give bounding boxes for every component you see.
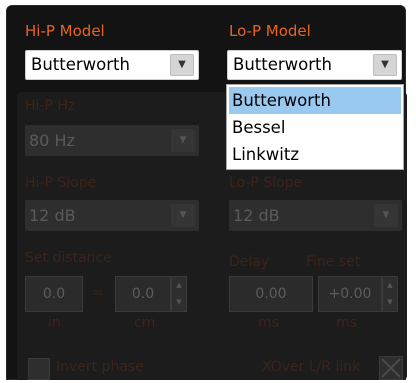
- hip-hz-select[interactable]: 80 Hz ▼: [25, 125, 199, 156]
- lop-slope-label: Lo-P Slope: [229, 175, 303, 191]
- hip-slope-value: 12 dB: [29, 206, 76, 225]
- lop-slope-value: 12 dB: [233, 206, 280, 225]
- delay-input[interactable]: 0.00: [229, 276, 313, 312]
- hip-model-label: Hi-P Model: [25, 22, 105, 40]
- delay-label: Delay: [229, 254, 270, 270]
- chevron-down-icon[interactable]: ▼: [171, 204, 195, 227]
- set-distance-label: Set distance: [25, 250, 112, 266]
- lop-model-value: Butterworth: [233, 55, 332, 74]
- hip-model-value: Butterworth: [31, 55, 130, 74]
- cross-icon: [381, 358, 401, 378]
- fine-set-input[interactable]: +0.00: [318, 276, 382, 312]
- unit-cm-label: cm: [134, 315, 156, 331]
- option-bessel[interactable]: Bessel: [229, 114, 401, 141]
- hip-slope-label: Hi-P Slope: [25, 175, 97, 191]
- spin-down-icon[interactable]: ▼: [383, 294, 397, 311]
- fine-set-stepper[interactable]: ▲ ▼: [382, 276, 398, 312]
- hip-hz-label: Hi-P Hz: [25, 98, 76, 114]
- chevron-down-icon[interactable]: ▼: [171, 129, 195, 152]
- hip-hz-value: 80 Hz: [29, 131, 75, 150]
- xover-link-label: XOver L/R link: [262, 359, 361, 375]
- lop-model-dropdown-list: Butterworth Bessel Linkwitz: [226, 84, 404, 170]
- lop-slope-select[interactable]: 12 dB ▼: [229, 200, 402, 231]
- distance-equals-sign: =: [92, 285, 104, 301]
- spin-down-icon[interactable]: ▼: [172, 294, 186, 311]
- xover-link-checkbox[interactable]: [379, 356, 403, 380]
- option-butterworth[interactable]: Butterworth: [229, 87, 401, 114]
- option-linkwitz[interactable]: Linkwitz: [229, 141, 401, 168]
- hip-model-select[interactable]: Butterworth ▼: [25, 50, 199, 80]
- spin-up-icon[interactable]: ▲: [172, 277, 186, 294]
- distance-cm-input[interactable]: 0.0: [115, 276, 171, 312]
- lop-model-select[interactable]: Butterworth ▼: [227, 50, 402, 80]
- invert-phase-checkbox[interactable]: [28, 358, 50, 380]
- fine-set-unit-label: ms: [336, 315, 357, 331]
- chevron-down-icon[interactable]: ▼: [170, 54, 194, 76]
- chevron-down-icon[interactable]: ▼: [374, 204, 398, 227]
- unit-in-label: in: [48, 315, 61, 331]
- hip-slope-select[interactable]: 12 dB ▼: [25, 200, 199, 231]
- distance-inches-input[interactable]: 0.0: [25, 276, 83, 312]
- lop-model-label: Lo-P Model: [229, 22, 311, 40]
- spin-up-icon[interactable]: ▲: [383, 277, 397, 294]
- chevron-down-icon[interactable]: ▼: [373, 54, 397, 76]
- invert-phase-label: Invert phase: [56, 359, 144, 375]
- fine-set-label: Fine set: [306, 254, 361, 270]
- delay-unit-label: ms: [258, 315, 279, 331]
- distance-cm-stepper[interactable]: ▲ ▼: [171, 276, 187, 312]
